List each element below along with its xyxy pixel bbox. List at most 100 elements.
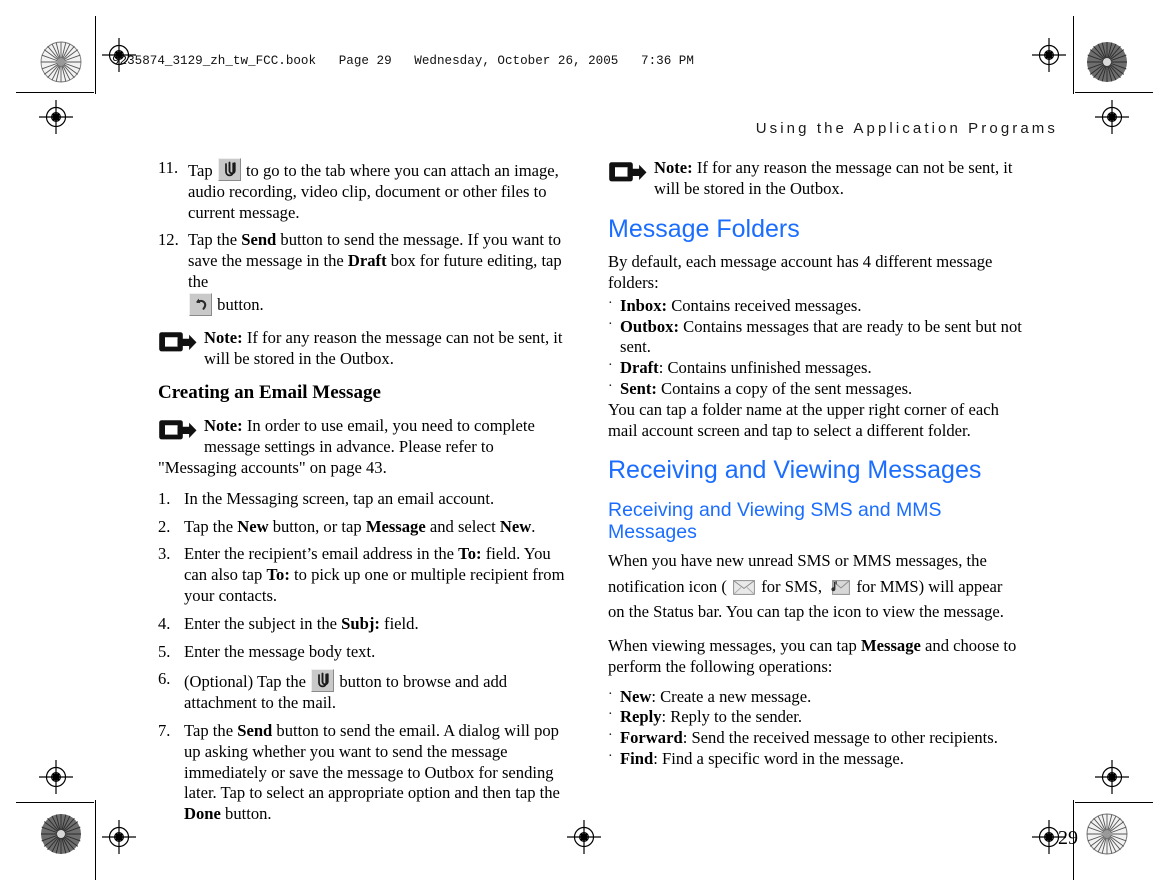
back-arrow-icon[interactable] [189, 292, 212, 316]
list-item: 3. Enter the recipient’s email address in… [158, 544, 572, 606]
done-button-label: Done [184, 804, 221, 824]
message-operations-list: · New: Create a new message. · Reply: Repl… [608, 687, 1022, 770]
step-text: button. [220, 804, 272, 824]
step-number: 6. [158, 669, 171, 689]
to-field-label: To: [266, 565, 290, 585]
folder-desc: Contains received messages. [667, 295, 862, 315]
operation-desc: : Find a specific word in the message. [653, 749, 904, 768]
note-arrow-icon [158, 329, 198, 356]
document-page: Using the Application Programs 11. Tap to… [96, 92, 1078, 849]
envelope-music-icon [828, 577, 851, 595]
note-outbox-left: Note: If for any reason the message can … [158, 328, 572, 370]
paperclip-icon[interactable] [217, 158, 241, 181]
crop-line-left-bottom-horizontal [16, 802, 94, 803]
step-number: 5. [158, 641, 171, 661]
starburst-target-bottom-right [1085, 812, 1129, 856]
bullet-marker: · [608, 749, 613, 764]
bullet-marker: · [608, 686, 613, 702]
to-field-label: To: [458, 544, 482, 564]
folder-desc: Contains a copy of the sent messages. [656, 379, 913, 398]
paperclip-icon[interactable] [311, 669, 335, 693]
step-text: Enter the subject in the [184, 613, 342, 633]
crop-line-left-top-horizontal [16, 92, 94, 93]
folder-name: Inbox: [620, 295, 668, 315]
operation-desc: : Reply to the sender. [661, 707, 803, 727]
subj-field-label: Subj: [341, 613, 380, 633]
list-item: 12. Tap the Send button to send the messa… [158, 230, 572, 316]
list-item: · Reply: Reply to the sender. [608, 707, 1022, 728]
bullet-marker: · [608, 707, 613, 723]
registration-target-left-lower [39, 760, 73, 794]
operation-name: New [620, 686, 652, 706]
list-item: 11. Tap to go to the tab where you can at… [158, 158, 572, 223]
step-text-pre: Tap [188, 161, 217, 180]
message-folders-intro: By default, each message account has 4 d… [608, 252, 993, 292]
draft-label: Draft [347, 251, 387, 271]
note-arrow-icon [608, 159, 648, 186]
note-email-settings: Note: In order to use email, you need to… [158, 416, 572, 478]
registration-target-right-upper [1095, 100, 1129, 134]
folder-name: Sent: [620, 379, 657, 398]
send-button-label: Send [241, 230, 277, 250]
registration-target-right-lower [1095, 760, 1129, 794]
list-item: 4. Enter the subject in the Subj: field. [158, 614, 572, 635]
list-item: · Draft: Contains unfinished messages. [608, 358, 1022, 379]
step-text: Tap the [184, 516, 238, 536]
list-item: 2. Tap the New button, or tap Message and… [158, 517, 572, 538]
operation-name: Find [620, 749, 654, 768]
note-label: Note: [204, 327, 243, 347]
list-item: 1. In the Messaging screen, tap an email … [158, 489, 572, 510]
viewing-text-pre: When viewing messages, you can tap [608, 635, 861, 655]
list-item: 7. Tap the Send button to send the email.… [158, 721, 572, 825]
list-item: · Sent: Contains a copy of the sent messa… [608, 379, 1022, 400]
step-number: 1. [158, 488, 171, 508]
send-button-label: Send [237, 721, 273, 741]
subheading-receiving-sms-mms: Receiving and Viewing SMS and MMS Messag… [608, 498, 942, 544]
step-text: Enter the recipient’s email address in t… [184, 544, 459, 564]
starburst-target-bottom-left [39, 812, 83, 856]
new-button-label: New [237, 516, 269, 536]
step-text: button, or tap [268, 516, 366, 536]
list-item: · New: Create a new message. [608, 687, 1022, 708]
crop-line-top-right-vertical [1073, 16, 1074, 94]
registration-target-left-upper [39, 100, 73, 134]
step-number: 7. [158, 721, 171, 741]
message-menu-label: Message [860, 635, 921, 655]
envelope-icon [733, 577, 755, 595]
starburst-target-top-right [1085, 40, 1129, 84]
crop-line-top-left-vertical [95, 16, 96, 94]
registration-target-top-right [1032, 38, 1066, 72]
receiving-paragraph-2: When viewing messages, you can tap Messa… [608, 636, 1022, 678]
folder-desc: Contains messages that are ready to be s… [620, 316, 1022, 357]
right-column: Note: If for any reason the message can … [608, 158, 1078, 849]
step-number: 11. [158, 158, 179, 177]
running-head: Using the Application Programs [755, 120, 1058, 137]
message-folders-list: · Inbox: Contains received messages. · Out… [608, 296, 1022, 400]
note-label: Note: [654, 158, 693, 177]
step-number: 2. [158, 516, 171, 536]
bullet-marker: · [608, 295, 613, 311]
step-text: field. [379, 613, 419, 633]
sms-steps-list: 11. Tap to go to the tab where you can at… [158, 158, 572, 316]
section-heading-creating-email: Creating an Email Message [158, 381, 381, 403]
note-outbox-right: Note: If for any reason the message can … [608, 158, 1022, 200]
email-steps-list: 1. In the Messaging screen, tap an email … [158, 489, 572, 825]
operation-name: Forward [620, 728, 683, 748]
bullet-marker: · [608, 316, 613, 332]
receiving-text-b: for SMS, [757, 576, 827, 596]
list-item: · Inbox: Contains received messages. [608, 296, 1022, 317]
step-text: Tap the [184, 721, 238, 741]
list-item: · Forward: Send the received message to o… [608, 728, 1022, 749]
page-number: 29 [1058, 827, 1078, 850]
list-item: · Find: Find a specific word in the messa… [608, 749, 1022, 770]
receiving-paragraph-1: When you have new unread SMS or MMS mess… [608, 548, 1022, 625]
note-body: Note: If for any reason the message can … [204, 328, 562, 368]
note-text: If for any reason the message can not be… [204, 327, 563, 368]
list-item: 6. (Optional) Tap the button to browse an… [158, 669, 572, 714]
crop-line-right-bottom-horizontal [1075, 802, 1153, 803]
message-menu-label: Message [365, 516, 426, 536]
note-body: Note: If for any reason the message can … [654, 158, 1012, 198]
bullet-marker: · [608, 379, 613, 394]
step-text: . [531, 516, 536, 536]
heading-message-folders: Message Folders [608, 214, 800, 243]
